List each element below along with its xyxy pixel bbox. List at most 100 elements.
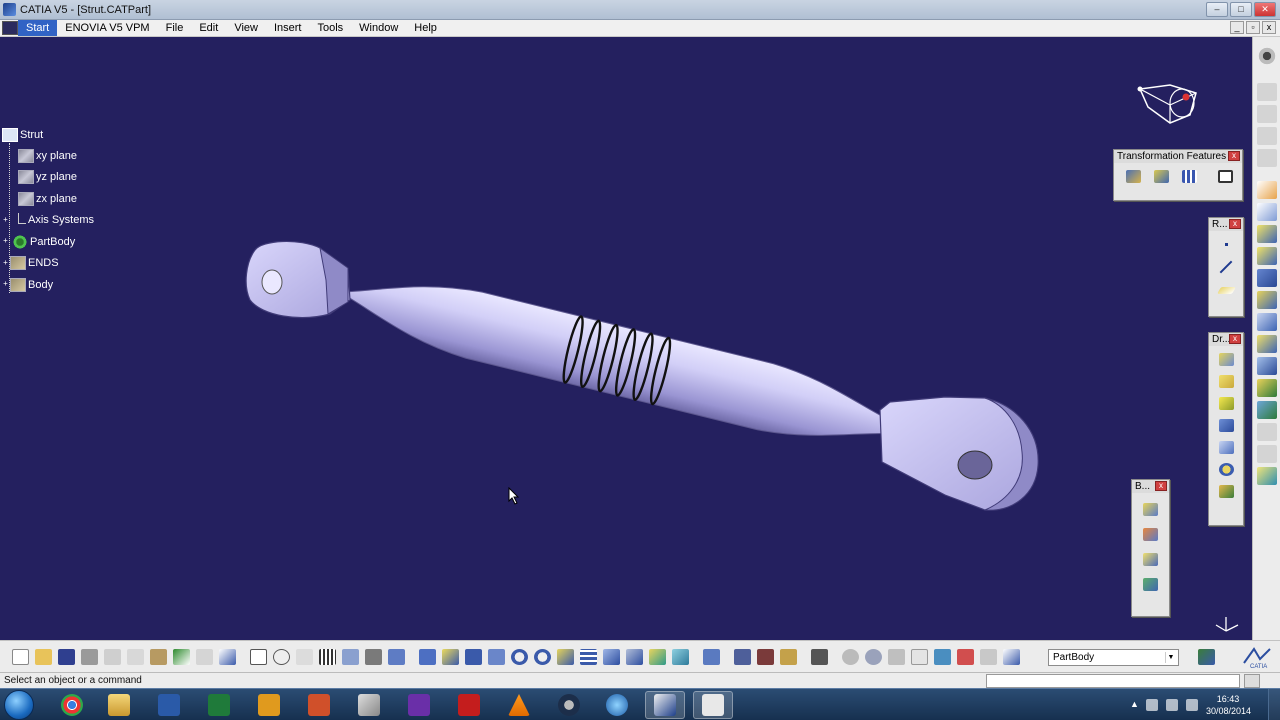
current-body-select[interactable]: PartBody ▼ bbox=[1048, 649, 1179, 666]
undo-icon[interactable] bbox=[173, 648, 190, 665]
symmetry-icon[interactable] bbox=[1150, 166, 1172, 186]
tray-volume-icon[interactable] bbox=[1186, 699, 1198, 711]
rib-icon[interactable] bbox=[1256, 313, 1277, 331]
taskbar-catia[interactable] bbox=[645, 691, 685, 719]
pan-icon[interactable] bbox=[465, 648, 482, 665]
taskbar-clock[interactable]: 16:43 30/08/2014 bbox=[1206, 693, 1251, 717]
scan-icon[interactable] bbox=[342, 648, 359, 665]
tree-node-yz-plane[interactable]: yz plane bbox=[2, 167, 94, 189]
tree-node-xy-plane[interactable]: xy plane bbox=[2, 145, 94, 167]
open-folder-icon[interactable] bbox=[35, 648, 52, 665]
doc-minimize-button[interactable]: _ bbox=[1230, 21, 1244, 34]
point-coords-icon[interactable] bbox=[888, 648, 905, 665]
chamfer-icon[interactable] bbox=[1215, 371, 1237, 391]
list-icon[interactable] bbox=[980, 648, 997, 665]
strut-3d-model[interactable] bbox=[0, 37, 1252, 640]
show-desktop-button[interactable] bbox=[1268, 689, 1280, 720]
taskbar-word[interactable] bbox=[149, 691, 189, 719]
save-icon[interactable] bbox=[58, 648, 75, 665]
taskbar-app-window[interactable] bbox=[693, 691, 733, 719]
material-icon[interactable] bbox=[757, 648, 774, 665]
hole-icon[interactable] bbox=[1256, 291, 1277, 309]
chevron-down-icon[interactable]: ▼ bbox=[1165, 652, 1176, 663]
menu-help[interactable]: Help bbox=[406, 20, 445, 36]
tree-node-partbody[interactable]: + PartBody bbox=[2, 231, 94, 253]
tree-node-zx-plane[interactable]: zx plane bbox=[2, 188, 94, 210]
translation-icon[interactable] bbox=[1122, 166, 1144, 186]
taskbar-visual-studio[interactable] bbox=[399, 691, 439, 719]
stamp-icon[interactable] bbox=[1198, 649, 1215, 665]
select-arrow-icon[interactable] bbox=[1256, 181, 1277, 199]
pocket-icon[interactable] bbox=[1256, 247, 1277, 265]
print-icon[interactable] bbox=[81, 648, 98, 665]
normal-view-icon[interactable] bbox=[557, 648, 574, 665]
grid-compass-icon[interactable] bbox=[865, 648, 882, 665]
tray-flag-icon[interactable] bbox=[1146, 699, 1158, 711]
remove-icon[interactable] bbox=[1140, 549, 1162, 569]
expand-plus-icon[interactable]: + bbox=[2, 258, 9, 267]
compass-icon[interactable] bbox=[1130, 81, 1202, 129]
constraint-icon[interactable] bbox=[734, 648, 751, 665]
shaft-icon[interactable] bbox=[1256, 269, 1277, 287]
menu-file[interactable]: File bbox=[158, 20, 192, 36]
minimize-button[interactable]: – bbox=[1206, 2, 1228, 17]
loft-icon[interactable] bbox=[1256, 379, 1277, 397]
tree-node-body[interactable]: + Body bbox=[2, 274, 94, 296]
new-file-icon[interactable] bbox=[12, 648, 29, 665]
copy-icon[interactable] bbox=[127, 648, 144, 665]
shading-icon[interactable] bbox=[626, 648, 643, 665]
expand-plus-icon[interactable]: + bbox=[2, 237, 9, 245]
iso-view-icon[interactable] bbox=[603, 648, 620, 665]
document-icon[interactable] bbox=[2, 21, 18, 35]
shell-icon[interactable] bbox=[1215, 415, 1237, 435]
zoom-out-icon[interactable] bbox=[534, 648, 551, 665]
toolbar-close-icon[interactable]: x bbox=[1229, 334, 1241, 344]
taskbar-excel[interactable] bbox=[199, 691, 239, 719]
paste-icon[interactable] bbox=[150, 648, 167, 665]
command-run-icon[interactable] bbox=[1244, 674, 1260, 688]
thread-icon[interactable] bbox=[1215, 459, 1237, 479]
rotate-icon[interactable] bbox=[488, 648, 505, 665]
rectangular-pattern-icon[interactable] bbox=[1178, 166, 1200, 186]
close-button[interactable]: ✕ bbox=[1254, 2, 1276, 17]
draft-icon[interactable] bbox=[1215, 393, 1237, 413]
toolbar-close-icon[interactable]: x bbox=[1229, 219, 1241, 229]
taskbar-powerpoint[interactable] bbox=[299, 691, 339, 719]
menu-view[interactable]: View bbox=[226, 20, 266, 36]
whats-this-icon[interactable] bbox=[219, 648, 236, 665]
tree-node-axis-systems[interactable]: + Axis Systems bbox=[2, 210, 94, 232]
line-icon[interactable] bbox=[1215, 257, 1237, 277]
scaling-icon[interactable] bbox=[1214, 166, 1236, 186]
sketch-analysis-icon[interactable] bbox=[957, 648, 974, 665]
zoom-in-icon[interactable] bbox=[511, 648, 528, 665]
pad-icon[interactable] bbox=[1256, 225, 1277, 243]
point-icon[interactable] bbox=[1215, 234, 1237, 254]
taskbar-solidworks[interactable] bbox=[349, 691, 389, 719]
menu-insert[interactable]: Insert bbox=[266, 20, 310, 36]
ratio-icon[interactable] bbox=[911, 648, 928, 665]
hide-show-icon[interactable] bbox=[649, 648, 666, 665]
3d-viewport[interactable]: Strut xy plane yz plane zx plane + Axis … bbox=[0, 37, 1252, 640]
toolbar-close-icon[interactable]: x bbox=[1228, 151, 1240, 161]
expand-plus-icon[interactable]: + bbox=[2, 280, 9, 288]
taskbar-outlook[interactable] bbox=[249, 691, 289, 719]
catalog-icon[interactable] bbox=[319, 648, 336, 665]
surface-icon[interactable] bbox=[1256, 467, 1277, 485]
taskbar-steam[interactable] bbox=[549, 691, 589, 719]
fly-mode-icon[interactable] bbox=[419, 648, 436, 665]
tree-root-strut[interactable]: Strut bbox=[2, 125, 94, 145]
taskbar-acrobat[interactable] bbox=[449, 691, 489, 719]
swap-visible-icon[interactable] bbox=[672, 648, 689, 665]
update-icon[interactable] bbox=[703, 648, 720, 665]
axis-icon[interactable] bbox=[388, 648, 405, 665]
toolbar-close-icon[interactable]: x bbox=[1155, 481, 1167, 491]
sync-icon[interactable] bbox=[842, 648, 859, 665]
menu-tools[interactable]: Tools bbox=[309, 20, 351, 36]
extract-icon[interactable] bbox=[934, 648, 951, 665]
taskbar-vlc[interactable] bbox=[499, 691, 539, 719]
menu-edit[interactable]: Edit bbox=[191, 20, 226, 36]
doc-restore-button[interactable]: ▫ bbox=[1246, 21, 1260, 34]
thickness-icon[interactable] bbox=[1215, 437, 1237, 457]
expand-plus-icon[interactable]: + bbox=[2, 215, 9, 224]
menu-start[interactable]: Start bbox=[18, 20, 58, 36]
